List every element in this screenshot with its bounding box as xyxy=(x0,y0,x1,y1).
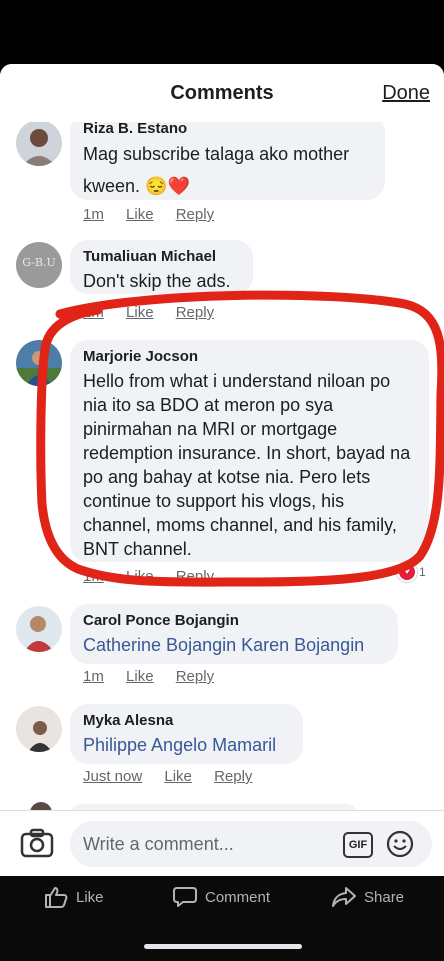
comment-input-placeholder: Write a comment... xyxy=(83,834,234,854)
reaction-count: 1 xyxy=(419,565,426,579)
share-tab[interactable]: Share xyxy=(332,886,404,908)
comments-header: Comments Done xyxy=(0,64,444,122)
avatar[interactable] xyxy=(16,606,62,652)
comment-author[interactable]: Carol Ponce Bojangin xyxy=(83,612,384,630)
reaction-badge[interactable]: ♥ 1 xyxy=(397,562,426,582)
share-tab-label: Share xyxy=(364,888,405,906)
comment-input[interactable]: Write a comment... GIF xyxy=(70,821,432,867)
comment-bubble[interactable]: Tumaliuan Michael Don't skip the ads. xyxy=(70,240,253,294)
comment-tab[interactable]: Comment xyxy=(173,886,270,908)
comment-bubble[interactable]: Riza B. Estano Mag subscribe talaga ako … xyxy=(70,114,385,200)
mention-links[interactable]: Philippe Angelo Mamaril xyxy=(83,733,289,757)
emoji-icon[interactable] xyxy=(386,830,414,863)
reply-link[interactable]: Reply xyxy=(176,668,214,685)
comment-time: Just now xyxy=(83,768,143,785)
comment-actions: Just now Like Reply xyxy=(83,768,270,785)
comment-composer: Write a comment... GIF xyxy=(0,810,444,876)
reply-link[interactable]: Reply xyxy=(176,568,214,585)
comment-author[interactable]: Marjorie Jocson xyxy=(83,348,415,366)
comment-author[interactable]: Tumaliuan Michael xyxy=(83,248,239,266)
comment-bubble[interactable]: Marjorie Jocson Hello from what i unders… xyxy=(70,340,429,562)
like-link[interactable]: Like xyxy=(164,768,192,785)
like-link[interactable]: Like xyxy=(126,206,154,223)
comment-bubble-icon xyxy=(173,887,197,907)
gif-button[interactable]: GIF xyxy=(343,832,373,858)
comment-text: Mag subscribe talaga ako mother kween. 😔… xyxy=(83,144,350,196)
avatar[interactable] xyxy=(16,706,62,752)
comment-time: 1m xyxy=(83,668,104,685)
comment-actions: 1m Like Reply xyxy=(83,304,232,321)
gif-label: GIF xyxy=(348,839,368,851)
comment-text: Don't skip the ads. xyxy=(83,271,231,291)
avatar-photo xyxy=(16,340,62,386)
done-button[interactable]: Done xyxy=(382,82,430,105)
comment-time: 1m xyxy=(83,206,104,223)
comment-bubble[interactable]: Myka Alesna Philippe Angelo Mamaril xyxy=(70,704,303,764)
avatar-photo xyxy=(16,120,62,166)
avatar[interactable] xyxy=(16,340,62,386)
like-link[interactable]: Like xyxy=(126,668,154,685)
comment-actions: 1m Like Reply xyxy=(83,206,232,223)
page-title: Comments xyxy=(170,82,274,104)
comment-bubble[interactable]: Carol Ponce Bojangin Catherine Bojangin … xyxy=(70,604,398,664)
comment-text: Hello from what i understand niloan po n… xyxy=(83,371,411,559)
comment-actions: 1m Like Reply xyxy=(83,668,232,685)
mention-links[interactable]: Catherine Bojangin Karen Bojangin xyxy=(83,633,384,657)
thumbs-up-icon xyxy=(45,887,68,908)
comment-time: 1m xyxy=(83,304,104,321)
like-link[interactable]: Like xyxy=(126,304,154,321)
like-tab-label: Like xyxy=(76,888,104,906)
avatar[interactable]: G-B.U xyxy=(16,242,62,288)
heart-icon: ♥ xyxy=(397,562,417,582)
avatar[interactable] xyxy=(16,120,62,166)
reply-link[interactable]: Reply xyxy=(176,304,214,321)
comments-sheet: Comments Done Riza B. Estano Mag subscri… xyxy=(0,64,444,876)
comment-time: 1m xyxy=(83,568,104,585)
comment-author[interactable]: Myka Alesna xyxy=(83,712,289,730)
avatar-text: G-B.U xyxy=(22,256,56,269)
comment-actions: 1m Like Reply xyxy=(83,568,232,585)
avatar-photo xyxy=(16,706,62,752)
like-tab[interactable]: Like xyxy=(44,886,104,908)
reply-link[interactable]: Reply xyxy=(214,768,252,785)
comment-author[interactable]: Riza B. Estano xyxy=(83,120,371,138)
like-link[interactable]: Like xyxy=(126,568,154,585)
avatar-photo xyxy=(16,606,62,652)
share-arrow-icon xyxy=(332,887,356,907)
home-indicator xyxy=(144,944,302,949)
comment-tab-label: Comment xyxy=(205,888,271,906)
reply-link[interactable]: Reply xyxy=(176,206,214,223)
camera-icon[interactable] xyxy=(20,828,54,863)
